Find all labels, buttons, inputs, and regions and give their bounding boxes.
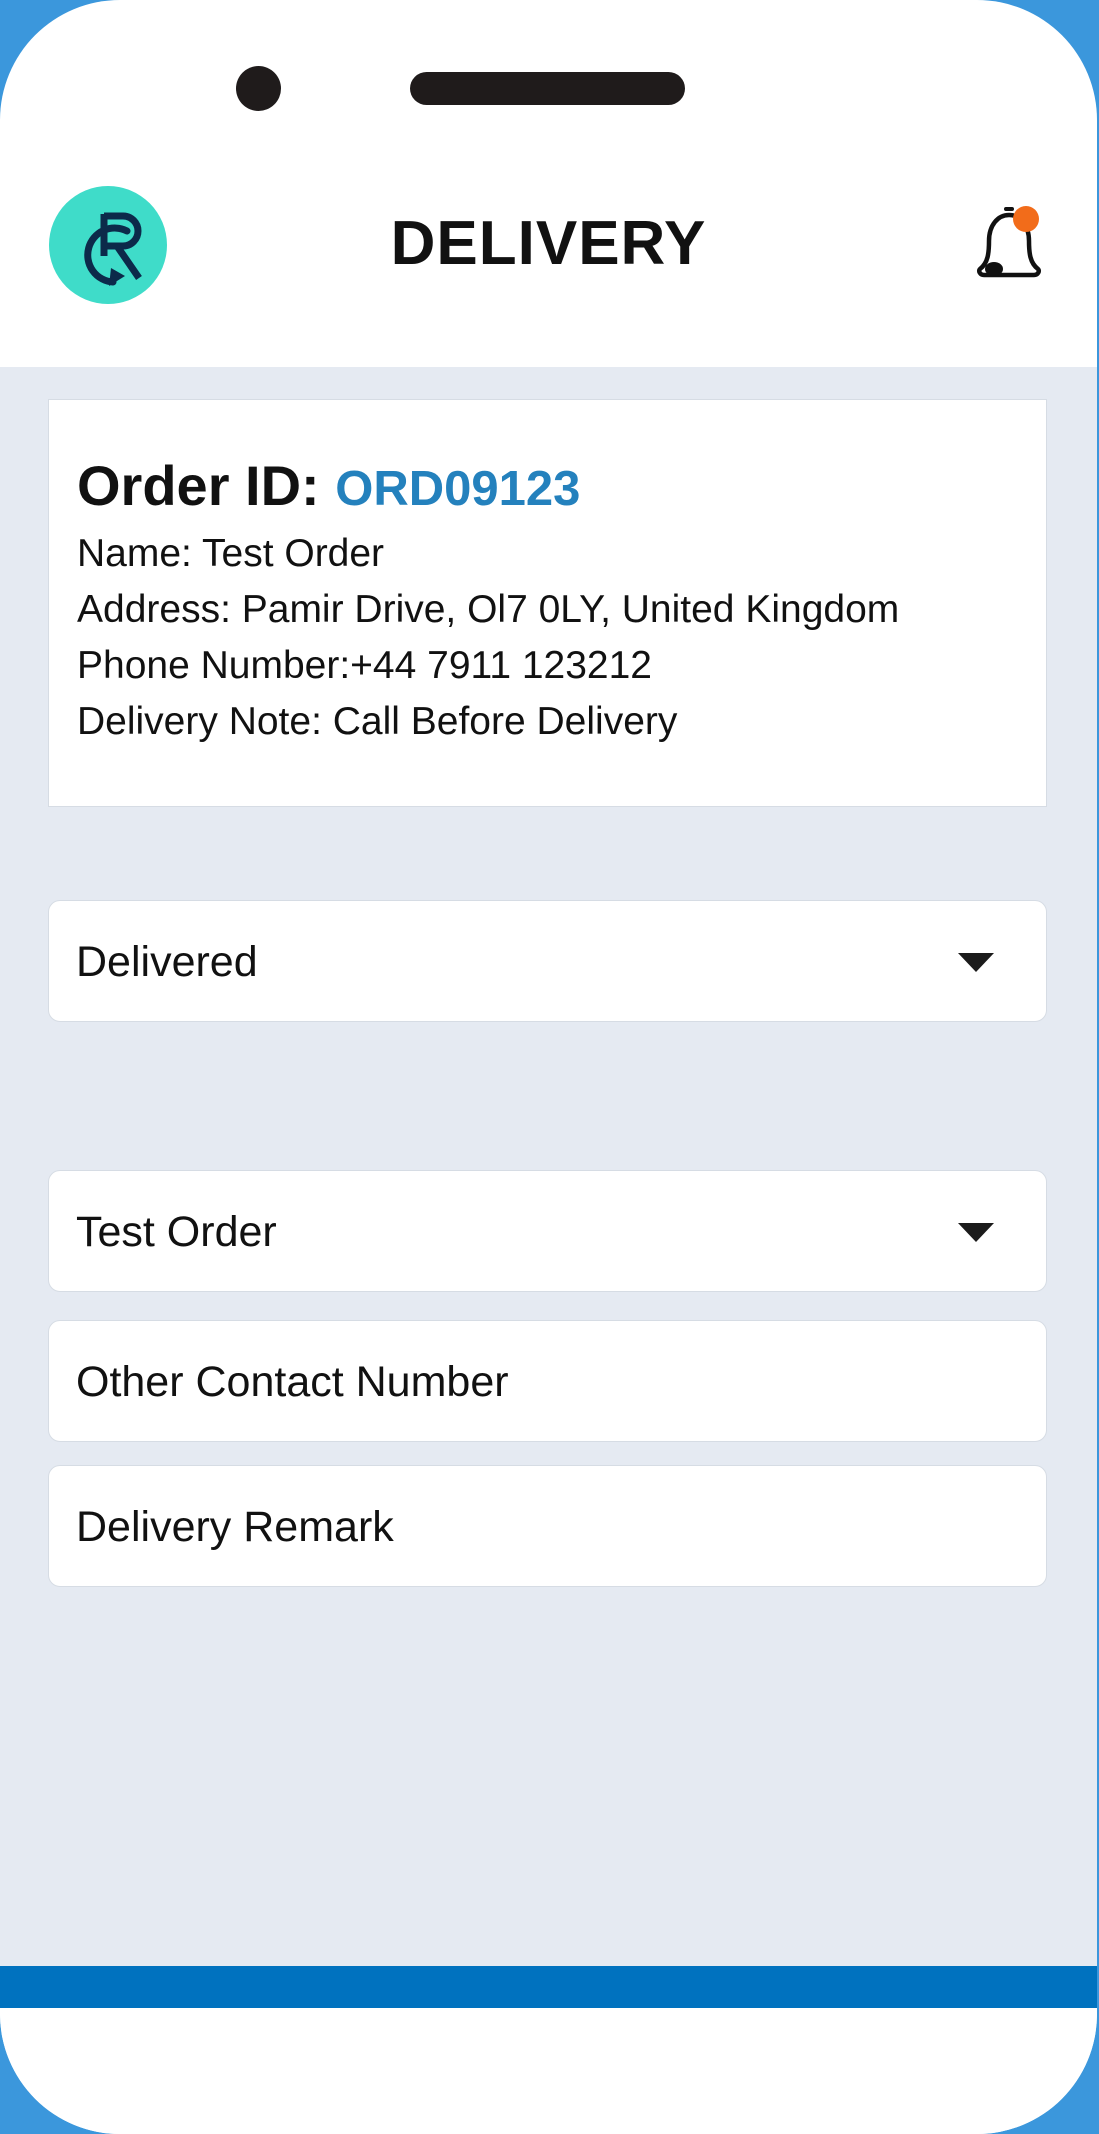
bell-icon <box>976 206 1042 278</box>
customer-name: Name: Test Order <box>77 532 385 575</box>
other-contact-placeholder: Other Contact Number <box>76 1358 509 1406</box>
delivery-address: Address: Pamir Drive, Ol7 0LY, United Ki… <box>77 588 900 631</box>
order-select[interactable]: Test Order <box>48 1170 1047 1292</box>
order-id-row: Order ID: ORD09123 <box>77 455 1046 520</box>
page-title: DELIVERY <box>390 209 707 278</box>
delivery-status-select[interactable]: Delivered <box>48 900 1047 1022</box>
notification-button[interactable] <box>968 205 1050 285</box>
phone-frame: DELIVERY Order ID: ORD09123 Name: Test O… <box>0 0 1097 2134</box>
order-select-value: Test Order <box>76 1208 277 1256</box>
main-content: Order ID: ORD09123 Name: Test Order Addr… <box>0 367 1097 1966</box>
order-id-label: Order ID: <box>77 454 320 517</box>
order-details-card: Order ID: ORD09123 Name: Test Order Addr… <box>48 399 1047 807</box>
front-camera <box>236 66 281 111</box>
bottom-area <box>0 2008 1097 2134</box>
other-contact-field[interactable]: Other Contact Number <box>48 1320 1047 1442</box>
speaker-grille <box>410 72 685 105</box>
delivery-remark-placeholder: Delivery Remark <box>76 1503 394 1551</box>
delivery-note: Delivery Note: Call Before Delivery <box>77 700 678 743</box>
app-header: DELIVERY <box>0 150 1097 367</box>
order-id-value: ORD09123 <box>335 462 581 516</box>
notification-dot <box>1013 206 1039 232</box>
delivery-remark-field[interactable]: Delivery Remark <box>48 1465 1047 1587</box>
phone-number: Phone Number:+44 7911 123212 <box>77 644 652 687</box>
delivery-status-value: Delivered <box>76 938 258 986</box>
bottom-bar <box>0 1966 1097 2008</box>
chevron-down-icon <box>958 1223 994 1242</box>
chevron-down-icon <box>958 953 994 972</box>
